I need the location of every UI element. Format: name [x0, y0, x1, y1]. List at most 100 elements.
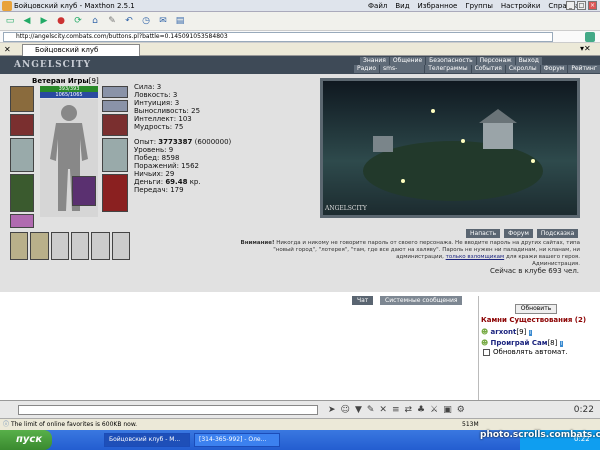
chat-log[interactable] — [0, 306, 478, 400]
item-slot[interactable] — [71, 232, 90, 260]
ring-slot-2[interactable] — [102, 100, 128, 112]
ring-slot-1[interactable] — [102, 86, 128, 98]
room-panel: Обновить Камни Существования (2) ☻ arxon… — [478, 296, 600, 400]
warning-title: Внимание! — [240, 240, 275, 246]
menu-groups[interactable]: Группы — [465, 2, 493, 10]
boots-slot[interactable] — [102, 174, 128, 212]
hint-button[interactable]: Подсказка — [536, 229, 579, 238]
belt-slot[interactable] — [10, 214, 34, 228]
close-button[interactable]: × — [588, 1, 597, 10]
nav-character[interactable]: Персонаж — [476, 57, 515, 65]
mail-icon[interactable]: ✉ — [156, 14, 170, 28]
minimize-button[interactable]: _ — [566, 1, 575, 10]
nav-events[interactable]: События — [471, 65, 505, 73]
refresh-icon[interactable]: ⟳ — [71, 14, 85, 28]
nav-scrolls[interactable]: Скроллы — [505, 65, 540, 73]
chat-input[interactable] — [18, 404, 318, 415]
window-title: Бойцовский клуб - Maxthon 2.5.1 — [14, 2, 135, 10]
weapon-right-slot[interactable] — [102, 138, 128, 172]
menu-view[interactable]: Вид — [395, 2, 409, 10]
tab-combats[interactable]: Бойцовский клуб — [22, 44, 140, 56]
info-icon[interactable]: i — [528, 330, 532, 336]
clock-icon[interactable]: ◷ — [139, 14, 153, 28]
nav-sms[interactable]: sms-история — [380, 65, 425, 80]
armor-slot[interactable] — [10, 174, 34, 212]
new-tab-icon[interactable]: ▭ — [3, 14, 17, 28]
task-browser[interactable]: Бойцовский клуб - M... — [104, 433, 190, 447]
list-item[interactable]: ☻ arxont[9] i — [481, 327, 563, 338]
start-button[interactable]: пуск — [0, 430, 52, 450]
weapon-left-slot[interactable] — [10, 138, 34, 172]
nav-chat[interactable]: Общение — [389, 57, 426, 65]
online-count: Сейчас в клубе 693 чел. — [490, 267, 580, 275]
auto-refresh[interactable]: Обновлять автомат. — [483, 348, 568, 356]
menu-settings[interactable]: Настройки — [501, 2, 541, 10]
tab-chat[interactable]: Чат — [352, 296, 374, 305]
party-icon[interactable]: ♣ — [417, 405, 425, 415]
room-title: Камни Существования (2) — [481, 316, 587, 324]
memory-usage: 513M — [462, 421, 479, 428]
auto-refresh-checkbox[interactable] — [483, 348, 490, 356]
menu-bar: Файл Вид Избранное Группы Настройки Спра… — [368, 2, 579, 10]
info-icon[interactable]: i — [559, 341, 563, 347]
item-slot[interactable] — [91, 232, 110, 260]
menu-file[interactable]: Файл — [368, 2, 387, 10]
location-scene[interactable]: ANGELSCITY — [320, 78, 580, 218]
item-slot[interactable] — [30, 232, 49, 260]
bracer-slot[interactable] — [102, 114, 128, 136]
item-slot[interactable] — [50, 232, 69, 260]
undo-icon[interactable]: ↶ — [122, 14, 136, 28]
go-icon[interactable] — [585, 32, 595, 42]
inventory-icon[interactable]: ▣ — [443, 405, 452, 415]
status-text: The limit of online favorites is 600KB n… — [10, 421, 138, 428]
action-buttons: Напасть Форум Подсказка — [466, 229, 579, 238]
nav-knowledge[interactable]: Знания — [360, 57, 389, 65]
nav-rating[interactable]: Рейтинг — [568, 65, 600, 73]
item-slot[interactable] — [10, 232, 29, 260]
close-tab-icon[interactable]: ✕ — [4, 45, 11, 54]
translit-icon[interactable]: ⇄ — [405, 405, 413, 415]
helmet-slot[interactable] — [10, 86, 34, 112]
edit-icon[interactable]: ✎ — [367, 405, 375, 415]
save-icon[interactable]: ▤ — [173, 14, 187, 28]
settings-icon[interactable]: ⚙ — [457, 405, 465, 415]
tools-icon[interactable]: ✎ — [105, 14, 119, 28]
forward-icon[interactable]: ▶ — [37, 14, 51, 28]
nav-exit[interactable]: Выход — [515, 57, 542, 65]
menu-favorites[interactable]: Избранное — [418, 2, 458, 10]
address-bar: http://angelscity.combats.com/buttons.pl… — [0, 31, 600, 43]
home-icon[interactable]: ⌂ — [88, 14, 102, 28]
watermark: photo.scrolls.combats.com — [480, 430, 600, 440]
fight-icon[interactable]: ⚔ — [430, 405, 438, 415]
attack-button[interactable]: Напасть — [466, 229, 501, 238]
nav-forum[interactable]: Форум — [540, 65, 568, 73]
clear-icon[interactable]: ✕ — [379, 405, 387, 415]
warning-link[interactable]: только взломщикам — [446, 254, 505, 260]
task-chat[interactable]: [314-365-992] - Оле... — [194, 433, 280, 447]
filter-icon[interactable]: ▼ — [355, 405, 362, 415]
nav-bottom: Радио sms-история Телеграммы События Скр… — [354, 65, 600, 80]
tab-system-messages[interactable]: Системные сообщения — [380, 296, 463, 305]
maximize-button[interactable]: □ — [577, 1, 586, 10]
chat-tabbar: Чат Системные сообщения — [0, 295, 478, 306]
game-logo: ANGELSCITY — [14, 60, 92, 70]
nav-security[interactable]: Безопасность — [426, 57, 476, 65]
forum-button[interactable]: Форум — [504, 229, 533, 238]
orb-slot[interactable] — [72, 176, 96, 206]
app-icon — [2, 1, 12, 11]
nav-top: Знания Общение Безопасность Персонаж Вых… — [360, 57, 542, 65]
item-slot[interactable] — [111, 232, 130, 260]
earring-slot[interactable] — [10, 114, 34, 136]
nav-telegrams[interactable]: Телеграммы — [425, 65, 471, 73]
character-name[interactable]: Ветеран Игры[9] — [32, 77, 99, 85]
stop-icon[interactable]: ● — [54, 14, 68, 28]
smiles-icon[interactable]: ☺ — [341, 405, 350, 415]
back-icon[interactable]: ◀ — [20, 14, 34, 28]
url-input[interactable]: http://angelscity.combats.com/buttons.pl… — [3, 32, 553, 42]
tab-menu-icon[interactable]: ▾✕ — [580, 44, 591, 53]
refresh-button[interactable]: Обновить — [515, 304, 557, 314]
send-icon[interactable]: ➤ — [328, 405, 336, 415]
scroll-icon[interactable]: ≡ — [392, 405, 400, 415]
browser-toolbar: ▭ ◀ ▶ ● ⟳ ⌂ ✎ ↶ ◷ ✉ ▤ — [0, 12, 600, 31]
nav-radio[interactable]: Радио — [354, 65, 380, 73]
